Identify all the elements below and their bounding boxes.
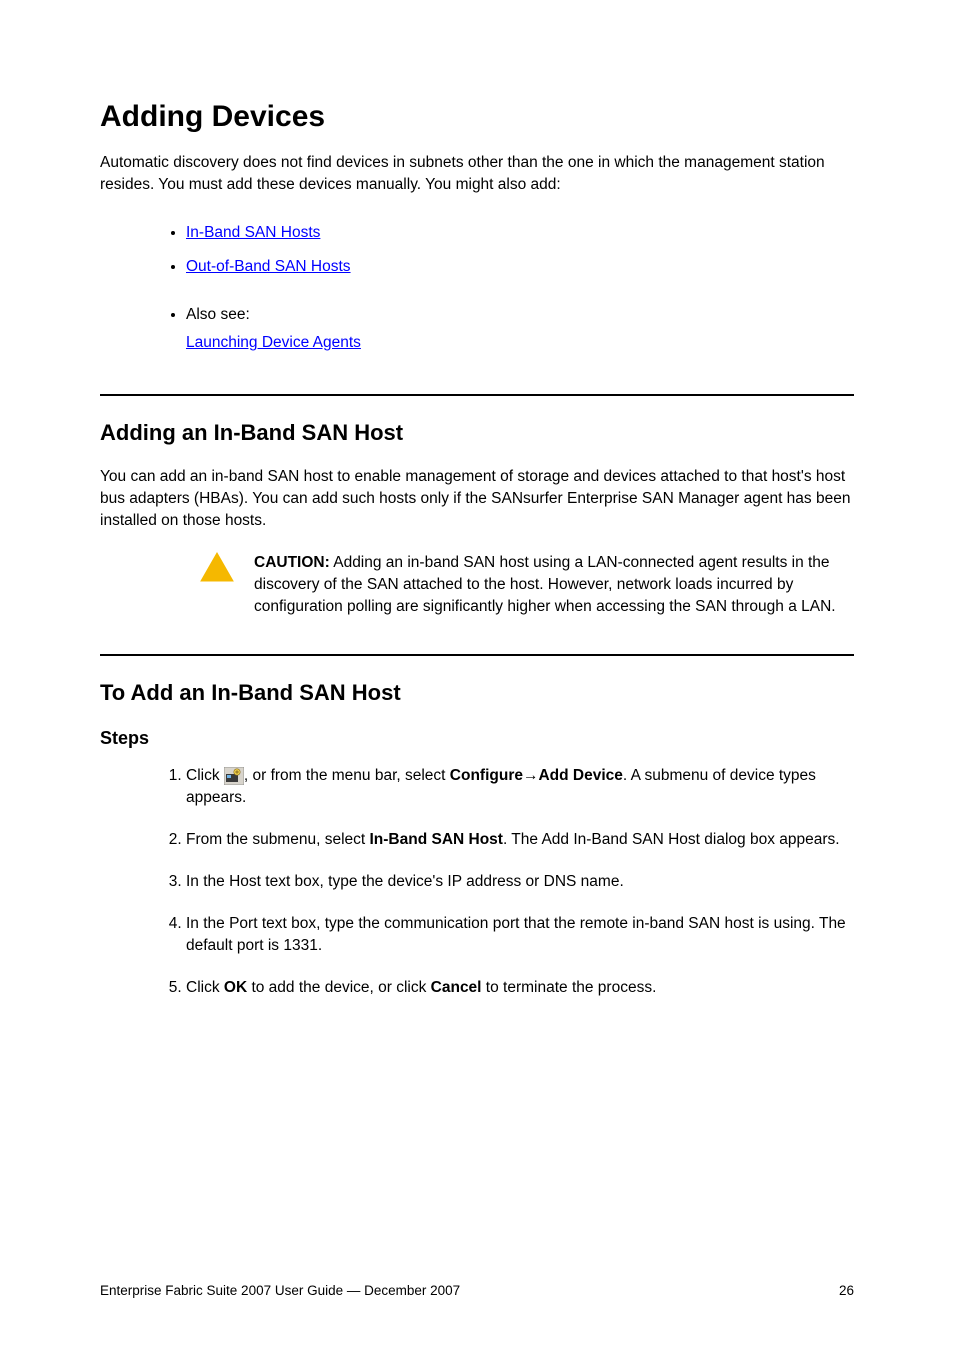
menu-path: Add Device: [538, 767, 622, 784]
step-bold: OK: [224, 979, 247, 996]
intro-paragraph: Automatic discovery does not find device…: [100, 152, 854, 196]
step-item: Click OK to add the device, or click Can…: [186, 977, 854, 999]
also-see-label: Also see:: [186, 304, 854, 326]
step-text: Click: [186, 767, 224, 784]
footer-title: Enterprise Fabric Suite 2007 User Guide …: [100, 1283, 460, 1298]
step-item: Click , or from the menu bar, select Con…: [186, 765, 854, 809]
list-item: In-Band SAN Hosts: [186, 222, 854, 244]
caution-body: Adding an in-band SAN host using a LAN-c…: [254, 554, 836, 615]
step-text: . The Add In-Band SAN Host dialog box ap…: [503, 831, 840, 848]
page-footer: Enterprise Fabric Suite 2007 User Guide …: [100, 1283, 854, 1298]
menu-path: Configure: [450, 767, 523, 784]
step-text: , or from the menu bar, select: [244, 767, 450, 784]
step-bold: In-Band SAN Host: [370, 831, 503, 848]
link-out-of-band[interactable]: Out-of-Band SAN Hosts: [186, 258, 351, 275]
step-text: to add the device, or click: [247, 979, 431, 996]
subsection-title-adding: Adding an In-Band SAN Host: [100, 420, 854, 446]
caution-label: CAUTION:: [254, 554, 330, 571]
step-text: In the Port text box, type the communica…: [186, 915, 846, 954]
divider: [100, 654, 854, 656]
step-item: In the Port text box, type the communica…: [186, 913, 854, 957]
step-text: In the Host text box, type the device's …: [186, 873, 624, 890]
steps-heading: Steps: [100, 728, 854, 749]
caution-block: CAUTION: Adding an in-band SAN host usin…: [200, 552, 854, 618]
steps-list: Click , or from the menu bar, select Con…: [100, 765, 854, 999]
link-list: In-Band SAN Hosts Out-of-Band SAN Hosts …: [100, 222, 854, 354]
step-item: In the Host text box, type the device's …: [186, 871, 854, 893]
section-heading: Adding Devices: [100, 100, 854, 134]
menu-sep: →: [523, 767, 539, 784]
link-launching-agents[interactable]: Launching Device Agents: [186, 334, 361, 351]
caution-text: CAUTION: Adding an in-band SAN host usin…: [254, 552, 854, 618]
footer-page-number: 26: [839, 1283, 854, 1298]
link-in-band[interactable]: In-Band SAN Hosts: [186, 224, 320, 241]
caution-icon: [200, 552, 234, 582]
list-item: Out-of-Band SAN Hosts: [186, 256, 854, 278]
toolbar-add-device-icon: [224, 767, 244, 785]
step-text: to terminate the process.: [482, 979, 657, 996]
subsection-title-steps: To Add an In-Band SAN Host: [100, 680, 854, 706]
divider: [100, 394, 854, 396]
body-paragraph: You can add an in-band SAN host to enabl…: [100, 466, 854, 532]
list-item-also-see: Also see: Launching Device Agents: [186, 304, 854, 354]
step-text: Click: [186, 979, 224, 996]
step-item: From the submenu, select In-Band SAN Hos…: [186, 829, 854, 851]
step-bold: Cancel: [431, 979, 482, 996]
step-text: From the submenu, select: [186, 831, 370, 848]
